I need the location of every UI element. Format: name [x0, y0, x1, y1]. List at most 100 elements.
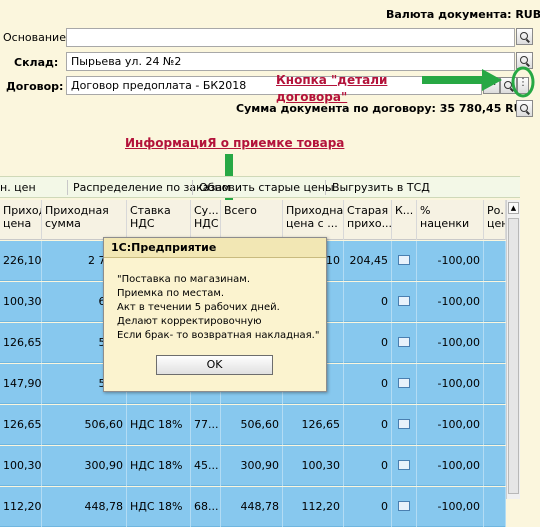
table-cell: -100,00 — [417, 282, 484, 322]
table-cell: 226,10 — [0, 241, 42, 281]
house-icon[interactable] — [398, 501, 410, 511]
house-icon[interactable] — [398, 296, 410, 306]
table-row[interactable]: 112,20 448,78 НДС 18% 68... 448,78 112,20 0 -10… — [0, 487, 506, 527]
sum-search-button[interactable] — [516, 100, 533, 117]
table-cell: 204,45 — [344, 241, 392, 281]
search-icon — [519, 32, 528, 40]
table-cell — [484, 487, 506, 527]
table-toolbar: н. цен Распределение по заказам Обновить… — [0, 176, 520, 198]
table-cell: 126,65 — [0, 405, 42, 445]
table-cell: 0 — [344, 446, 392, 486]
column-header[interactable]: Ро... цен — [484, 200, 506, 240]
table-cell: 112,20 — [283, 487, 344, 527]
row-action-cell — [392, 241, 417, 281]
table-row[interactable]: 126,65 506,60 НДС 18% 77... 506,60 126,65 0 -10… — [0, 405, 506, 445]
house-icon[interactable] — [398, 337, 410, 347]
table-cell: 77... — [191, 405, 221, 445]
table-cell — [484, 405, 506, 445]
table-cell: 506,60 — [42, 405, 127, 445]
contract-label: Договор: — [6, 80, 64, 93]
row-action-cell — [392, 405, 417, 445]
toolbar-item-prices[interactable]: н. цен — [0, 181, 36, 194]
scroll-thumb[interactable] — [508, 218, 519, 494]
search-icon — [519, 104, 528, 112]
table-cell: 506,60 — [221, 405, 283, 445]
vertical-scrollbar[interactable]: ▲ — [506, 200, 520, 499]
table-cell: -100,00 — [417, 405, 484, 445]
table-cell — [484, 323, 506, 363]
table-cell: 0 — [344, 487, 392, 527]
warehouse-label: Склад: — [14, 56, 59, 69]
row-action-cell — [392, 364, 417, 404]
currency-label: Валюта документа: RUB — [386, 8, 540, 21]
table-cell: НДС 18% — [127, 405, 191, 445]
toolbar-separator — [192, 180, 193, 195]
table-cell: -100,00 — [417, 487, 484, 527]
column-header[interactable]: Приходн... цена — [0, 200, 42, 240]
ok-button[interactable]: OK — [156, 355, 273, 375]
toolbar-item-export-tsd[interactable]: Выгрузить в ТСД — [332, 181, 430, 194]
column-header[interactable]: % наценки — [417, 200, 484, 240]
search-icon — [519, 56, 528, 64]
message-dialog: 1С:Предприятие "Поставка по магазинам. П… — [103, 237, 327, 392]
table-cell: 0 — [344, 405, 392, 445]
right-arrow-annotation — [422, 66, 535, 98]
info-annotation: ИнформациЯ о приемке товара — [125, 136, 345, 150]
table-header: Приходн... цена Приходная сумма Ставка Н… — [0, 200, 506, 240]
table-cell: 68... — [191, 487, 221, 527]
house-icon[interactable] — [398, 255, 410, 265]
table-cell — [484, 241, 506, 281]
table-cell: НДС 18% — [127, 487, 191, 527]
table-cell: 300,90 — [221, 446, 283, 486]
toolbar-item-update-prices[interactable]: Обновить старые цены — [199, 181, 334, 194]
table-cell: -100,00 — [417, 323, 484, 363]
details-button-annotation-line1: Кнопка "детали — [276, 73, 388, 87]
row-action-cell — [392, 323, 417, 363]
row-action-cell — [392, 282, 417, 322]
dialog-message-line: Делают корректировочную — [117, 316, 262, 327]
dialog-message-line: Если брак- то возвратная накладная." — [117, 330, 320, 341]
toolbar-separator — [67, 180, 68, 195]
dialog-message-line: Акт в течении 5 рабочих дней. — [117, 302, 280, 313]
column-header[interactable]: Старая прихо... — [344, 200, 392, 240]
column-header[interactable]: Приходная цена с ... — [283, 200, 344, 240]
column-header[interactable]: К... — [392, 200, 417, 240]
dialog-title: 1С:Предприятие — [104, 238, 326, 258]
table-cell: -100,00 — [417, 241, 484, 281]
table-cell: 45... — [191, 446, 221, 486]
column-header[interactable]: Ставка НДС — [127, 200, 191, 240]
table-cell — [484, 364, 506, 404]
basis-search-button[interactable] — [516, 28, 533, 45]
basis-label: Основание: — [3, 31, 70, 44]
row-action-cell — [392, 487, 417, 527]
table-cell: 126,65 — [283, 405, 344, 445]
column-header[interactable]: Су... НДС — [191, 200, 221, 240]
table-row[interactable]: 100,30 300,90 НДС 18% 45... 300,90 100,30 0 -10… — [0, 446, 506, 486]
basis-input[interactable] — [66, 28, 515, 47]
table-cell: 100,30 — [283, 446, 344, 486]
details-button-annotation-line2: договора" — [276, 90, 348, 104]
table-cell: 112,20 — [0, 487, 42, 527]
house-icon[interactable] — [398, 460, 410, 470]
table-cell: 100,30 — [0, 282, 42, 322]
table-cell: 0 — [344, 323, 392, 363]
house-icon[interactable] — [398, 378, 410, 388]
table-cell — [484, 446, 506, 486]
row-action-cell — [392, 446, 417, 486]
table-cell: -100,00 — [417, 364, 484, 404]
column-header[interactable]: Всего — [221, 200, 283, 240]
house-icon[interactable] — [398, 419, 410, 429]
table-cell: 100,30 — [0, 446, 42, 486]
scroll-up-icon[interactable]: ▲ — [508, 202, 519, 214]
table-cell: 147,90 — [0, 364, 42, 404]
table-cell: 448,78 — [42, 487, 127, 527]
column-header[interactable]: Приходная сумма — [42, 200, 127, 240]
table-cell: -100,00 — [417, 446, 484, 486]
table-cell: 300,90 — [42, 446, 127, 486]
table-cell: НДС 18% — [127, 446, 191, 486]
table-cell: 126,65 — [0, 323, 42, 363]
table-cell — [484, 282, 506, 322]
table-cell: 0 — [344, 282, 392, 322]
table-cell: 448,78 — [221, 487, 283, 527]
table-cell: 0 — [344, 364, 392, 404]
